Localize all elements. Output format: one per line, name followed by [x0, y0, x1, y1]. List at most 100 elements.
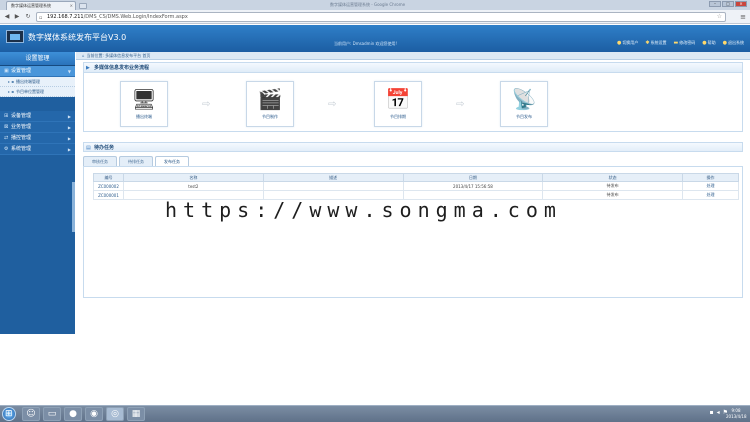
browser-navbar: ◀ ▶ ↻ ▫ 192.168.7.211/DMS_CS/DMS.Web.Log… [0, 10, 750, 24]
header-link-help[interactable]: ● 帮助 [702, 40, 715, 46]
close-window-button[interactable]: × [735, 1, 747, 7]
bookmark-star-icon[interactable]: ☆ [717, 13, 722, 21]
window-title: 数字媒体运营管理系统 - Google Chrome [330, 2, 406, 7]
taskbar: ☺ ▭ ● ◉ ◎ ▦ ▪ ◂ ⚑ 9:08 2013/4/18 [0, 405, 750, 422]
sidebar-group-playback[interactable]: ⇄ 播控管理 ▶ [0, 133, 75, 144]
maximize-button[interactable]: □ [722, 1, 734, 7]
table-row[interactable]: ZC000002 test2 2013/4/17 15:56:58 待发布 处理 [93, 181, 739, 191]
device-icon: ⊞ [4, 113, 9, 119]
flow-arrow-icon: ⇨ [202, 99, 211, 110]
folder-icon[interactable]: ▭ [43, 407, 61, 421]
cell-status: 待发布 [542, 181, 684, 191]
process-link[interactable]: 处理 [682, 181, 739, 191]
key-icon: ▬ [673, 40, 679, 46]
address-bar[interactable]: ▫ 192.168.7.211/DMS_CS/DMS.Web.Login/Ind… [36, 12, 726, 22]
clapperboard-icon: 🎬 [257, 87, 283, 111]
network-icon[interactable]: ▪ [710, 409, 714, 416]
sidebar-title: 设置管理 [0, 52, 75, 66]
playback-icon: ⇄ [4, 135, 9, 141]
page-icon: ▫ [39, 15, 43, 21]
system-icon: ⚙ [4, 146, 9, 152]
clock[interactable]: 9:08 2013/4/18 [726, 408, 747, 420]
chevron-right-icon: ▶ [67, 136, 71, 141]
flow-step-production[interactable]: 🎬 节目制作 [246, 81, 294, 127]
start-icon[interactable] [2, 407, 16, 421]
flow-step-schedule[interactable]: 📅 节目排期 [374, 81, 422, 127]
task-table: 编号 名称 描述 日期 状态 操作 ZC000002 test2 2013/4/… [93, 173, 739, 200]
url-path: /DMS_CS/DMS.Web.Login/IndexForm.aspx [83, 14, 188, 20]
column-header[interactable]: 状态 [542, 173, 684, 182]
sub-item-icon: ▸ ▪ [8, 79, 14, 84]
header-link-password[interactable]: ▬ 修改密码 [674, 40, 696, 46]
url-host: 192.168.7.211 [47, 14, 84, 20]
flow-arrow-icon: ⇨ [456, 99, 465, 110]
business-icon: ⊠ [4, 124, 9, 130]
cell-name: test2 [122, 181, 264, 191]
flow-section-title: ▶ 多媒体信息发布业务流程 [84, 63, 742, 73]
sidebar-item-terminal[interactable]: ▸ ▪ 播出终端管理 [0, 77, 75, 87]
browser-tab-title: 数字媒体运营管理系统 [11, 3, 51, 8]
back-icon[interactable]: ◀ [3, 13, 11, 21]
cell-code: ZC000002 [93, 181, 124, 191]
flow-section: ▶ 多媒体信息发布业务流程 🖥 播出终端 ⇨ 🎬 节目制作 ⇨ 📅 节目排期 ⇨ … [83, 62, 743, 132]
sidebar-group-system[interactable]: ⚙ 系统管理 ▶ [0, 144, 75, 155]
column-header[interactable]: 日期 [402, 173, 544, 182]
browser-tabbar: 数字媒体运营管理系统 × 数字媒体运营管理系统 - Google Chrome … [0, 0, 750, 10]
tab-publish[interactable]: 发布任务 [155, 156, 189, 166]
reload-icon[interactable]: ↻ [24, 13, 32, 21]
sidebar-item-program-position[interactable]: ▸ ▪ 节目单位置管理 [0, 87, 75, 97]
forward-icon[interactable]: ▶ [13, 13, 21, 21]
tab-pending-schedule[interactable]: 待排任务 [119, 156, 153, 166]
cell-desc [262, 181, 404, 191]
tasks-section: ▤待办任务 审核任务 待排任务 发布任务 编号 名称 描述 日期 状态 操作 [83, 142, 743, 302]
desktop-area [0, 334, 750, 405]
sidebar-group-business[interactable]: ⊠ 业务管理 ▶ [0, 122, 75, 133]
column-header[interactable]: 编号 [93, 173, 124, 182]
browser-menu-icon[interactable]: ≡ [740, 13, 746, 21]
volume-icon[interactable]: ◂ [717, 409, 720, 416]
task-panel: 编号 名称 描述 日期 状态 操作 ZC000002 test2 2013/4/… [83, 166, 743, 298]
sidebar-group-devices[interactable]: ⊞ 设备管理 ▶ [0, 111, 75, 122]
sub-item-icon: ▸ ▪ [8, 89, 14, 94]
header-link-exit[interactable]: ● 退出系统 [723, 40, 744, 46]
new-tab-button[interactable] [79, 3, 87, 9]
chevron-right-icon: ▶ [67, 114, 71, 119]
cell-code: ZC000001 [93, 190, 124, 200]
app-icon[interactable]: ▦ [127, 407, 145, 421]
close-tab-icon[interactable]: × [70, 2, 73, 10]
settings-group-icon: ▣ [4, 68, 9, 74]
watermark-text: https://www.songma.com [165, 198, 562, 222]
browser-icon[interactable]: ◉ [85, 407, 103, 421]
tasks-icon: ▤ [86, 145, 91, 151]
tasks-section-title: ▤ 待办任务 [83, 142, 743, 152]
task-tabs: 审核任务 待排任务 发布任务 [83, 156, 189, 166]
clock-date: 2013/4/18 [726, 414, 747, 419]
minimize-button[interactable]: – [709, 1, 721, 7]
chevron-right-icon: ▶ [67, 125, 71, 130]
header-link-switch-user[interactable]: ● 切换用户 [617, 40, 638, 46]
chevron-right-icon: ▶ [67, 147, 71, 152]
home-icon: ⌂ [82, 53, 85, 58]
header-link-settings[interactable]: ✱ 系统设置 [645, 40, 666, 46]
process-link[interactable]: 处理 [682, 190, 739, 200]
flow-step-terminal[interactable]: 🖥 播出终端 [120, 81, 168, 127]
chevron-down-icon: ▼ [67, 69, 71, 74]
main-content: ⌂ 当前位置: 多媒体信息发布平台 首页 ▶ 多媒体信息发布业务流程 🖥 播出终端 … [76, 52, 750, 334]
column-header[interactable]: 操作 [682, 173, 739, 182]
browser-tab[interactable]: 数字媒体运营管理系统 × [6, 1, 76, 10]
cell-date: 2013/4/17 15:56:58 [402, 181, 544, 191]
flow-step-publish[interactable]: 📡 节目发布 [500, 81, 548, 127]
user-icon: ● [616, 40, 622, 46]
chrome-icon[interactable]: ◎ [106, 407, 124, 421]
column-header[interactable]: 描述 [262, 173, 404, 182]
explorer-icon[interactable]: ☺ [22, 407, 40, 421]
sidebar-group-settings[interactable]: ▣ 设置管理 ▼ [0, 66, 75, 77]
tab-review[interactable]: 审核任务 [83, 156, 117, 166]
breadcrumb: ⌂ 当前位置: 多媒体信息发布平台 首页 [76, 52, 750, 60]
schedule-icon: 📅 [385, 87, 411, 111]
app-logo-icon [6, 30, 24, 43]
app-title: 数字媒体系统发布平台V3.0 [28, 33, 127, 42]
media-icon[interactable]: ● [64, 407, 82, 421]
column-header[interactable]: 名称 [122, 173, 264, 182]
sidebar-collapse-handle[interactable] [72, 182, 75, 232]
